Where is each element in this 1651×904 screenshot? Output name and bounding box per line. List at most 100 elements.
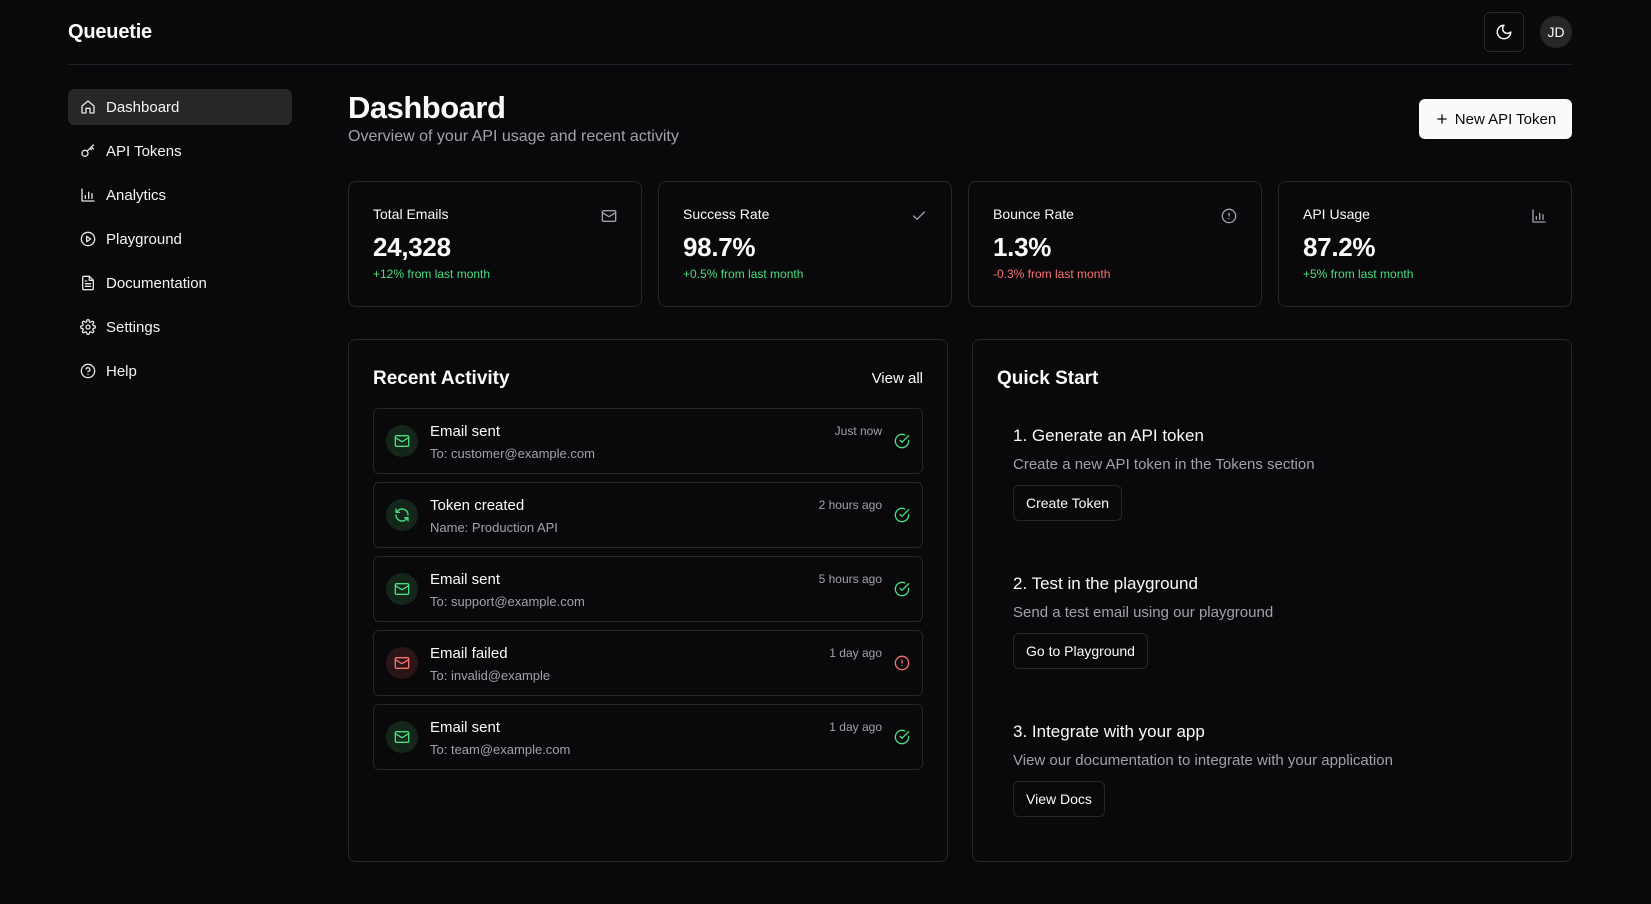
refresh-icon (395, 508, 409, 522)
activity-time: Just now (834, 424, 882, 438)
activity-icon-badge (386, 499, 418, 531)
activity-time: 1 day ago (829, 646, 882, 660)
bar-chart-icon (1532, 209, 1546, 223)
sidebar-item-label: Help (106, 362, 137, 380)
alert-circle-icon (894, 655, 910, 671)
activity-item[interactable]: Token created Name: Production API 2 hou… (373, 482, 923, 548)
sidebar-item-dashboard[interactable]: Dashboard (68, 89, 292, 125)
activity-item[interactable]: Email sent To: team@example.com 1 day ag… (373, 704, 923, 770)
mail-icon (601, 210, 617, 222)
activity-subtitle: To: team@example.com (430, 742, 571, 757)
stat-change: -0.3% from last month (993, 267, 1111, 281)
stats-row: Total Emails 24,328 +12% from last month… (348, 181, 1572, 307)
check-icon (913, 211, 925, 220)
sidebar-item-api-tokens[interactable]: API Tokens (68, 133, 292, 169)
key-icon (81, 144, 94, 157)
sidebar-item-label: API Tokens (106, 142, 182, 160)
sidebar-item-help[interactable]: Help (68, 353, 292, 389)
top-header: Queuetie JD (68, 0, 1572, 65)
quick-start-title: Quick Start (997, 368, 1099, 389)
activity-title: Email failed (430, 645, 508, 662)
sidebar-item-label: Analytics (106, 186, 167, 204)
alert-circle-icon (1221, 208, 1237, 224)
sidebar-item-label: Dashboard (106, 98, 180, 116)
new-api-token-button[interactable]: New API Token (1419, 99, 1572, 139)
brand-logo[interactable]: Queuetie (68, 21, 152, 44)
activity-item[interactable]: Email sent To: support@example.com 5 hou… (373, 556, 923, 622)
header-actions: JD (1484, 12, 1572, 52)
sidebar-item-label: Settings (106, 318, 161, 336)
sidebar-item-settings[interactable]: Settings (68, 309, 292, 345)
step-description: View our documentation to integrate with… (1013, 752, 1393, 769)
step-title: 2. Test in the playground (1013, 574, 1198, 593)
stat-value: 24,328 (373, 232, 451, 262)
quick-start-card: Quick Start 1. Generate an API token Cre… (972, 339, 1572, 862)
activity-subtitle: To: customer@example.com (430, 446, 595, 461)
quick-start-step: 1. Generate an API token Create a new AP… (1013, 426, 1315, 521)
play-circle-icon (80, 231, 96, 247)
view-all-link[interactable]: View all (872, 370, 923, 387)
activity-title: Email sent (430, 571, 501, 588)
stat-value: 1.3% (993, 232, 1052, 262)
activity-subtitle: To: invalid@example (430, 668, 551, 683)
recent-activity-title: Recent Activity (373, 368, 510, 389)
check-circle-icon (894, 729, 910, 745)
sidebar-nav: Dashboard API Tokens Analytics Playgroun… (68, 89, 292, 397)
stat-change: +0.5% from last month (683, 267, 804, 281)
mail-icon (394, 435, 410, 447)
step-title: 3. Integrate with your app (1013, 722, 1205, 741)
quick-start-step: 2. Test in the playground Send a test em… (1013, 574, 1273, 669)
stat-change: +12% from last month (373, 267, 491, 281)
page-title: Dashboard (348, 90, 506, 125)
help-circle-icon (80, 363, 96, 379)
activity-item[interactable]: Email sent To: customer@example.com Just… (373, 408, 923, 474)
stat-label: Bounce Rate (993, 206, 1074, 222)
sidebar-item-analytics[interactable]: Analytics (68, 177, 292, 213)
home-icon (81, 100, 95, 114)
sidebar-item-documentation[interactable]: Documentation (68, 265, 292, 301)
file-text-icon (82, 275, 94, 291)
activity-icon-badge (386, 573, 418, 605)
activity-title: Email sent (430, 719, 501, 736)
check-circle-icon (894, 581, 910, 597)
theme-toggle-button[interactable] (1484, 12, 1524, 52)
stat-value: 87.2% (1303, 232, 1376, 262)
sidebar-item-playground[interactable]: Playground (68, 221, 292, 257)
activity-subtitle: Name: Production API (430, 520, 558, 535)
activity-time: 5 hours ago (818, 572, 882, 586)
recent-activity-card: Recent Activity View all Email sent To: … (348, 339, 948, 862)
user-avatar[interactable]: JD (1540, 16, 1572, 48)
mail-icon (394, 583, 410, 595)
stat-card-total-emails: Total Emails 24,328 +12% from last month (348, 181, 642, 307)
activity-time: 1 day ago (829, 720, 882, 734)
mail-icon (394, 657, 410, 669)
create-token-button[interactable]: Create Token (1013, 485, 1123, 521)
activity-time: 2 hours ago (818, 498, 882, 512)
activity-item[interactable]: Email failed To: invalid@example 1 day a… (373, 630, 923, 696)
activity-icon-badge (386, 425, 418, 457)
page-subtitle: Overview of your API usage and recent ac… (348, 128, 679, 145)
activity-list: Email sent To: customer@example.com Just… (373, 408, 923, 778)
stat-label: Total Emails (373, 206, 449, 222)
go-to-playground-button[interactable]: Go to Playground (1013, 633, 1148, 669)
activity-subtitle: To: support@example.com (430, 594, 585, 609)
sidebar-item-label: Playground (106, 230, 182, 248)
stat-value: 98.7% (683, 232, 756, 262)
stat-card-success-rate: Success Rate 98.7% +0.5% from last month (658, 181, 952, 307)
stat-label: Success Rate (683, 206, 770, 222)
plus-icon (1437, 114, 1447, 124)
sidebar-item-label: Documentation (106, 274, 207, 292)
activity-title: Email sent (430, 423, 501, 440)
stat-card-api-usage: API Usage 87.2% +5% from last month (1278, 181, 1572, 307)
check-circle-icon (894, 433, 910, 449)
activity-title: Token created (430, 497, 525, 514)
view-docs-button[interactable]: View Docs (1013, 781, 1105, 817)
activity-icon-badge (386, 647, 418, 679)
step-description: Create a new API token in the Tokens sec… (1013, 456, 1315, 473)
stat-card-bounce-rate: Bounce Rate 1.3% -0.3% from last month (968, 181, 1262, 307)
moon-icon (1496, 24, 1512, 40)
mail-icon (394, 731, 410, 743)
bar-chart-icon (81, 188, 95, 202)
new-api-token-label: New API Token (1454, 110, 1557, 128)
activity-icon-badge (386, 721, 418, 753)
